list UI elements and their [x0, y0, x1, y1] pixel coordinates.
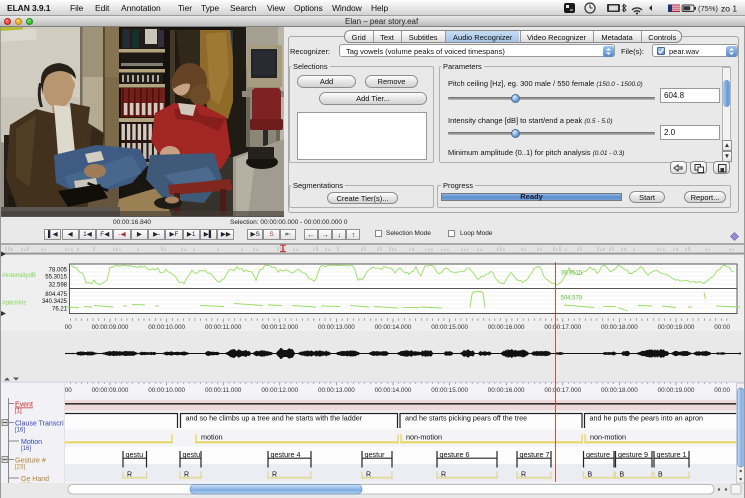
svg-text:00:00:19.000: 00:00:19.000	[658, 324, 695, 331]
svg-text:gesture 7: gesture 7	[520, 450, 550, 459]
svg-text:and he starts picking pears of: and he starts picking pears off the tree	[405, 414, 527, 423]
svg-text:non-motion: non-motion	[590, 433, 626, 442]
svg-text:00:00:13.000: 00:00:13.000	[318, 324, 355, 331]
svg-text:R: R	[272, 472, 277, 479]
svg-text:gestur: gestur	[365, 450, 386, 459]
svg-text:00:00:17.000: 00:00:17.000	[544, 387, 581, 394]
svg-text:00:00:09.000: 00:00:09.000	[92, 324, 129, 331]
svg-text:[16]: [16]	[15, 428, 25, 434]
svg-text:00:00:11.000: 00:00:11.000	[205, 324, 242, 331]
svg-text:00:00:18.000: 00:00:18.000	[601, 324, 638, 331]
svg-text:non-motion: non-motion	[406, 433, 442, 442]
svg-text:00:00:15.000: 00:00:15.000	[431, 324, 468, 331]
svg-text:Ge Hand: Ge Hand	[21, 476, 49, 483]
svg-text:B: B	[658, 472, 663, 479]
svg-text:R: R	[441, 472, 446, 479]
svg-text:gestu: gestu	[183, 450, 201, 459]
svg-text:00:00:14.000: 00:00:14.000	[375, 387, 412, 394]
svg-text:gesture 4: gesture 4	[271, 450, 301, 459]
svg-text:Motion: Motion	[21, 439, 42, 446]
svg-text:00:00:14.000: 00:00:14.000	[375, 324, 412, 331]
svg-text:00:00:10.000: 00:00:10.000	[148, 387, 185, 394]
svg-text:00:00:16.000: 00:00:16.000	[488, 324, 525, 331]
svg-text:and he puts the pears into an: and he puts the pears into an apron	[590, 414, 704, 423]
svg-text:00:00:09.000: 00:00:09.000	[92, 387, 129, 394]
svg-text:gestu: gestu	[126, 450, 144, 459]
svg-text:Clause Transcri: Clause Transcri	[15, 421, 64, 428]
svg-text:00:00:17.000: 00:00:17.000	[544, 324, 581, 331]
svg-text:00:00:12.000: 00:00:12.000	[261, 387, 298, 394]
svg-text:Event: Event	[15, 402, 33, 409]
svg-text:[16]: [16]	[21, 446, 31, 452]
svg-text:804.475: 804.475	[45, 292, 67, 298]
svg-text:76.21: 76.21	[52, 307, 68, 313]
svg-text:#pitchHz: #pitchHz	[2, 300, 26, 307]
svg-text:#IntensitydB: #IntensitydB	[2, 272, 36, 279]
svg-text:00:00:10.000: 00:00:10.000	[148, 324, 185, 331]
svg-text:00:00:19.000: 00:00:19.000	[658, 387, 695, 394]
svg-text:39.9515: 39.9515	[561, 271, 583, 277]
svg-text:R: R	[366, 472, 371, 479]
svg-text:340.3425: 340.3425	[42, 299, 68, 305]
svg-text:78.005: 78.005	[49, 268, 68, 274]
svg-text:B: B	[620, 472, 625, 479]
svg-text:gesture 1: gesture 1	[657, 450, 687, 459]
svg-text:00:00:16.000: 00:00:16.000	[488, 387, 525, 394]
svg-text:R: R	[127, 472, 132, 479]
svg-text:00:00:13.000: 00:00:13.000	[318, 387, 355, 394]
svg-text:Gesture #: Gesture #	[15, 458, 46, 465]
svg-text:(75%): (75%)	[698, 4, 719, 13]
svg-text:gesture 9: gesture 9	[618, 450, 648, 459]
svg-text:00:00:11.000: 00:00:11.000	[205, 387, 242, 394]
svg-text:32.598: 32.598	[49, 282, 68, 288]
svg-text:00:00:15.000: 00:00:15.000	[431, 387, 468, 394]
svg-text:and so he climbs up a tree and: and so he climbs up a tree and he starts…	[186, 414, 363, 423]
svg-text:R: R	[521, 472, 526, 479]
svg-text:motion: motion	[201, 433, 223, 442]
svg-text:gesture 6: gesture 6	[440, 450, 470, 459]
svg-text:B: B	[588, 472, 593, 479]
svg-text:504.578: 504.578	[561, 296, 583, 302]
svg-text:gesture: gesture	[586, 450, 610, 459]
svg-text:00:00:12.000: 00:00:12.000	[261, 324, 298, 331]
svg-text:55.3015: 55.3015	[45, 275, 67, 281]
svg-text:00:00:18.000: 00:00:18.000	[601, 387, 638, 394]
svg-text:[1]: [1]	[15, 409, 22, 415]
svg-text:zo 1: zo 1	[721, 4, 737, 14]
svg-text:[23]: [23]	[15, 465, 25, 471]
svg-text:R: R	[184, 472, 189, 479]
